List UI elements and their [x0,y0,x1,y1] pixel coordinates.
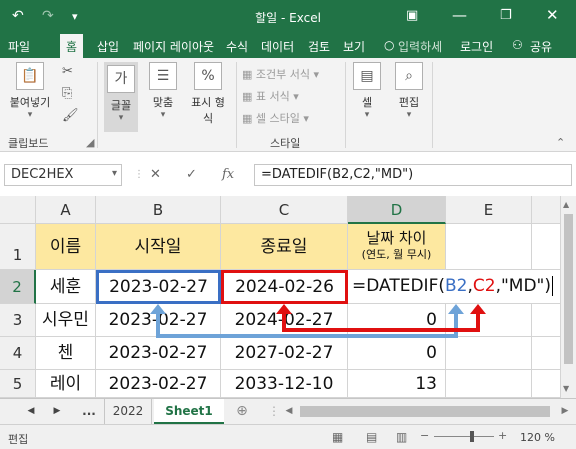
hscroll-right-icon[interactable]: ▶ [558,399,572,424]
paste-button[interactable]: 📋 붙여넣기 ▾ [6,62,54,120]
arrow-c2-head-formula [470,304,486,314]
arrow-c2-head-top [276,304,292,314]
zoom-in-icon[interactable]: + [498,429,507,442]
chevron-down-icon: ▾ [118,113,124,123]
percent-icon: % [194,62,222,90]
ribbon: 📋 붙여넣기 ▾ ✂ ⎘ 🖌 클립보드 ◢ 가 글꼴 ▾ ☰ 맞춤 ▾ % 표시… [0,58,576,152]
scroll-thumb[interactable] [564,214,573,364]
fx-icon[interactable]: fx [222,167,234,182]
name-box[interactable]: DEC2HEX ▾ [4,164,122,186]
cells-button[interactable]: ▤ 셀 ▾ [350,62,384,120]
font-button[interactable]: 가 글꼴 ▾ [104,62,138,132]
tab-home[interactable]: 홈 [60,34,84,58]
conditional-format-button[interactable]: ▦ 조건부 서식 ▾ [242,66,319,82]
chevron-down-icon: ▾ [364,110,370,120]
more-options-icon: ⋮ [268,404,280,418]
reference-arrows [150,304,486,338]
tab-scroll-left-icon[interactable]: ◀ [24,399,38,424]
alignment-button[interactable]: ☰ 맞춤 ▾ [146,62,180,120]
tab-insert[interactable]: 삽입 [97,38,119,55]
formula-bar: DEC2HEX ▾ ⋮ ✕ ✓ fx =DATEDIF(B2,C2,"MD") [0,160,576,190]
scroll-up-icon[interactable]: ▲ [563,200,569,209]
share-button[interactable]: 공유 [530,38,552,55]
conditional-format-icon: ▦ [242,68,256,81]
font-icon: 가 [107,65,135,93]
more-options-icon: ⋮ [134,169,144,180]
collapse-ribbon-icon[interactable]: ⌃ [556,136,565,149]
tab-page-layout[interactable]: 페이지 레이아웃 [133,38,214,55]
tell-me-search[interactable]: 입력하세 [398,38,442,55]
tab-more[interactable]: ... [78,399,100,424]
arrow-c2-path [282,308,480,332]
hscroll-left-icon[interactable]: ◀ [282,399,296,424]
formula-input[interactable]: =DATEDIF(B2,C2,"MD") [254,164,572,186]
zoom-level[interactable]: 120 % [520,431,555,444]
normal-view-icon[interactable]: ▦ [332,430,343,444]
separator [432,62,433,148]
minimize-icon[interactable]: — [452,6,467,24]
table-format-button[interactable]: ▦ 표 서식 ▾ [242,88,299,104]
status-bar: 편집 ▦ ▤ ▥ − + 120 % [0,424,576,449]
table-icon: ▦ [242,90,256,103]
sheet-tab-sheet1[interactable]: Sheet1 [154,399,224,424]
cell-style-icon: ▦ [242,112,256,125]
tab-review[interactable]: 검토 [308,38,330,55]
chevron-down-icon: ▾ [406,110,412,120]
sheet-tabs-bar: ◀ ▶ ... 2022 Sheet1 ⊕ ⋮ ◀ ▶ [0,398,576,424]
tab-file[interactable]: 파일 [8,38,30,55]
separator [97,62,98,148]
zoom-out-icon[interactable]: − [420,429,429,442]
dialog-launcher-icon[interactable]: ◢ [86,136,94,149]
edit-button[interactable]: ⌕ 편집 ▾ [392,62,426,120]
search-icon: ⌕ [395,62,423,90]
cell-style-button[interactable]: ▦ 셀 스타일 ▾ [242,110,309,126]
zoom-slider-thumb[interactable] [470,431,474,442]
title-bar: ↶ ↷ ▾ 할일 - Excel ▣ — ❐ ✕ [0,0,576,34]
restore-icon[interactable]: ❐ [500,8,512,23]
horizontal-scroll-thumb[interactable] [300,406,550,417]
separator [236,62,237,148]
sheet-grid: A B C D E 1 2 3 4 5 이름 시작일 종료일 날짜 차이 (연도… [0,196,560,398]
sheet-tab-2022[interactable]: 2022 [104,399,152,424]
user-icon: ⚇ [512,38,523,52]
tab-data[interactable]: 데이터 [261,38,294,55]
separator [345,62,346,148]
cells-icon: ▤ [353,62,381,90]
ribbon-tabs: 파일 홈 삽입 페이지 레이아웃 수식 데이터 검토 보기 ○ 입력하세 로그인… [0,34,576,58]
close-icon[interactable]: ✕ [546,6,559,24]
window-title: 할일 - Excel [255,11,321,25]
enter-icon[interactable]: ✓ [186,167,197,182]
group-style: 스타일 [270,137,301,150]
chevron-down-icon[interactable]: ▾ [112,168,117,179]
vertical-scrollbar[interactable]: ▲ ▼ [560,196,576,398]
scroll-down-icon[interactable]: ▼ [563,384,569,393]
page-layout-view-icon[interactable]: ▤ [366,430,377,444]
tab-formulas[interactable]: 수식 [226,38,248,55]
ribbon-display-icon[interactable]: ▣ [406,8,418,23]
mode-indicator: 편집 [8,433,29,446]
group-clipboard: 클립보드 [8,137,49,150]
number-format-button[interactable]: % 표시 형 식 [186,62,230,126]
page-break-view-icon[interactable]: ▥ [396,430,407,444]
zoom-slider-track[interactable] [434,436,494,437]
chevron-down-icon: ▾ [160,110,166,120]
tab-scroll-right-icon[interactable]: ▶ [50,399,64,424]
scissors-icon[interactable]: ✂ [62,64,73,79]
lightbulb-icon: ○ [384,38,395,52]
add-sheet-icon[interactable]: ⊕ [230,399,254,424]
arrow-b2-head-formula [448,304,464,314]
login-link[interactable]: 로그인 [460,38,493,55]
align-icon: ☰ [149,62,177,90]
cancel-icon[interactable]: ✕ [150,167,161,182]
clipboard-icon: 📋 [16,62,44,90]
format-painter-icon[interactable]: 🖌 [62,108,79,123]
copy-icon[interactable]: ⎘ [62,86,72,101]
chevron-down-icon: ▾ [27,110,33,120]
tab-view[interactable]: 보기 [343,38,365,55]
arrow-b2-head-top [150,304,166,314]
